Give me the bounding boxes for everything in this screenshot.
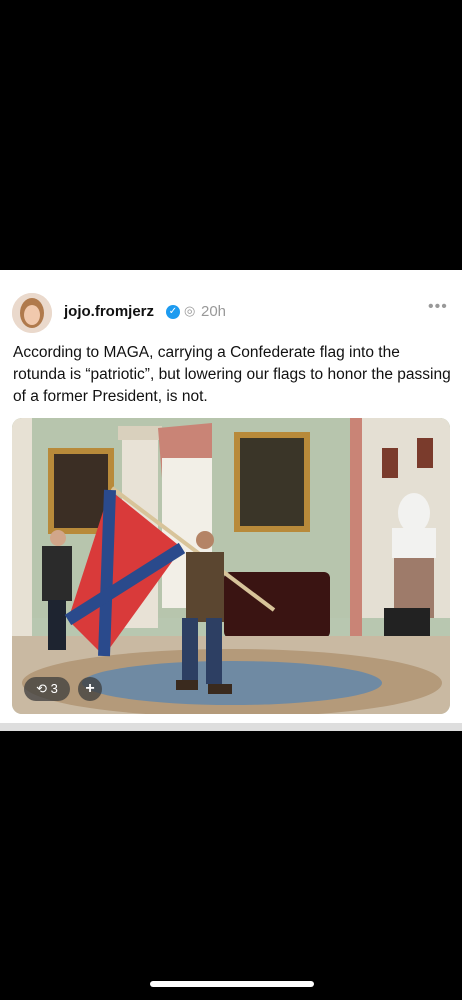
repost-icon: ⟲ xyxy=(36,681,48,696)
repost-badge[interactable]: ⟲ 3 xyxy=(24,677,70,701)
post-image[interactable] xyxy=(12,418,450,714)
post-card[interactable]: jojo.fromjerz ✓ ◎ 20h ••• According to M… xyxy=(0,270,462,723)
add-button[interactable]: + xyxy=(78,677,102,701)
username[interactable]: jojo.fromjerz xyxy=(64,303,154,320)
post-text: According to MAGA, carrying a Confederat… xyxy=(13,344,451,405)
globe-icon: ◎ xyxy=(184,303,196,318)
more-options-button[interactable]: ••• xyxy=(428,298,448,316)
divider xyxy=(0,723,462,731)
post-time: 20h xyxy=(201,303,227,320)
home-indicator[interactable] xyxy=(150,981,314,987)
verified-check-icon: ✓ xyxy=(166,305,180,319)
repost-count: 3 xyxy=(50,681,58,696)
avatar[interactable] xyxy=(12,293,52,333)
